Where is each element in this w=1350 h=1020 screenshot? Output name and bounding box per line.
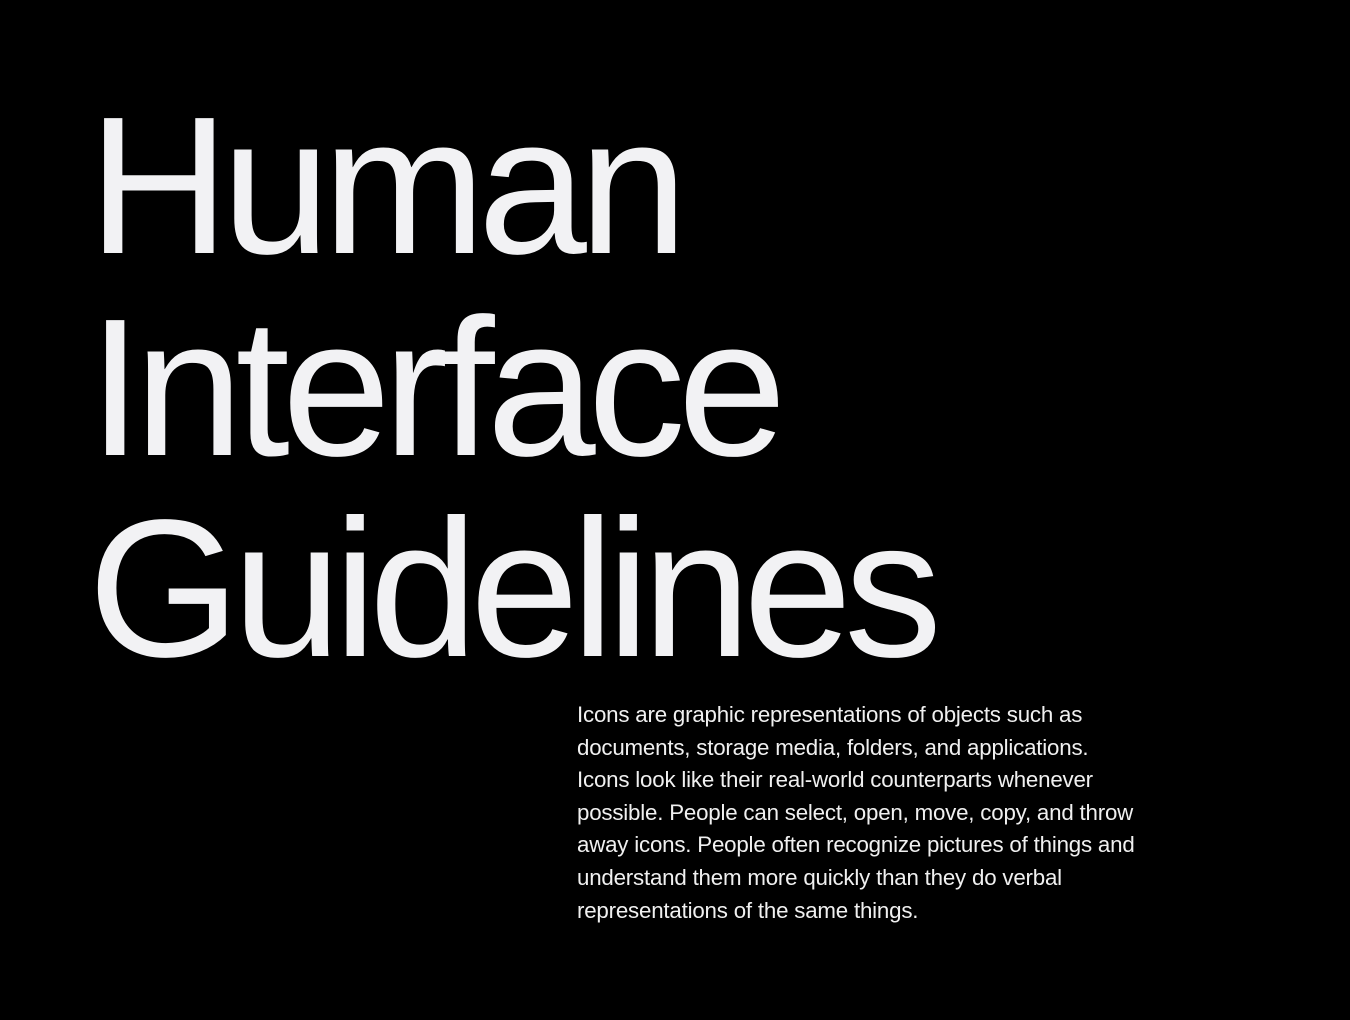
body-line: Icons are graphic representations of obj… [577, 702, 1083, 727]
page: Human Interface Guidelines Icons are gra… [0, 0, 1350, 1020]
body-line: possible. People can select, open, move,… [577, 799, 1134, 825]
title-line-guidelines: Guidelines [88, 479, 942, 698]
body-line: Icons look like their real-world counter… [577, 767, 1093, 793]
body-line: away icons. People often recognize pictu… [577, 832, 1135, 858]
title-line-interface: Interface [88, 278, 787, 497]
body-paragraph: Icons are graphic representations of obj… [577, 699, 1227, 927]
body-line: documents, storage media, folders, and a… [577, 734, 1089, 760]
body-line: understand them more quickly than they d… [577, 864, 1062, 890]
body-line: representations of the same things. [577, 897, 919, 923]
title-line-human: Human [88, 76, 688, 295]
